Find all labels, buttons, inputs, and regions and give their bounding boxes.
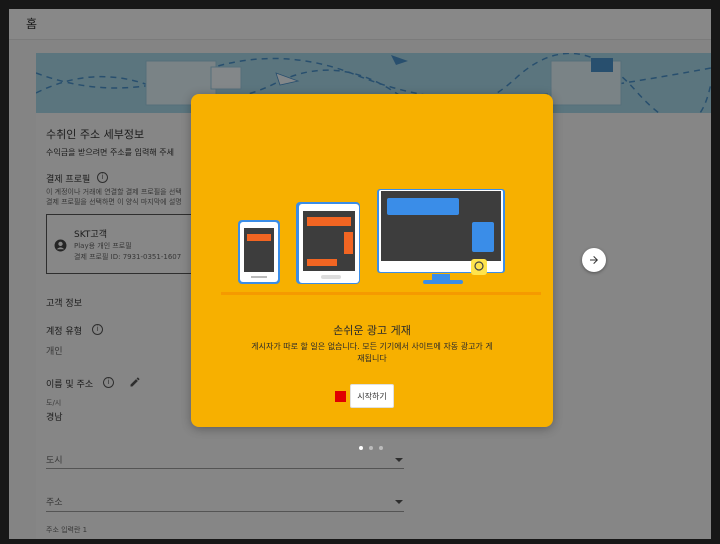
red-marker xyxy=(335,391,346,402)
carousel-dot-3[interactable] xyxy=(379,446,383,450)
carousel-dot-1[interactable] xyxy=(359,446,363,450)
start-button[interactable]: 시작하기 xyxy=(350,384,394,408)
onboarding-dialog: 손쉬운 광고 게재 게시자가 따로 할 일은 없습니다. 모든 기기에서 사이트… xyxy=(191,94,553,427)
next-slide-button[interactable] xyxy=(582,248,606,272)
carousel-dot-2[interactable] xyxy=(369,446,373,450)
dialog-description: 게시자가 따로 할 일은 없습니다. 모든 기기에서 사이트에 자동 광고가 게… xyxy=(251,342,493,363)
arrow-right-icon xyxy=(590,256,598,264)
devices-illustration xyxy=(221,189,541,295)
carousel-dots xyxy=(359,446,385,452)
dialog-title: 손쉬운 광고 게재 xyxy=(333,324,411,337)
